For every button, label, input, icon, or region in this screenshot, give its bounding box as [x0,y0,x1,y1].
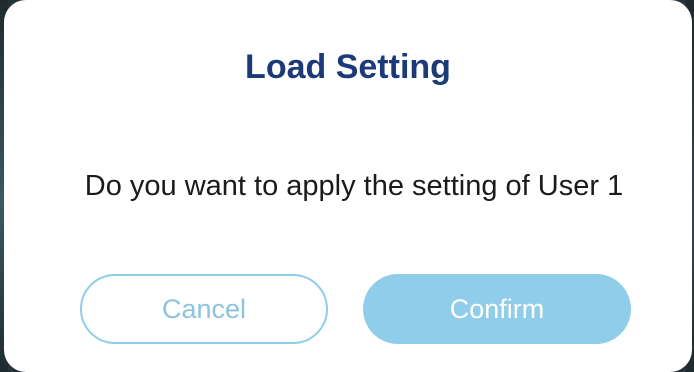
load-setting-dialog: Load Setting Do you want to apply the se… [4,0,692,372]
dialog-message: Do you want to apply the setting of User… [84,170,624,202]
confirm-button[interactable]: Confirm [363,274,631,344]
cancel-button[interactable]: Cancel [80,274,328,344]
dialog-title: Load Setting [245,48,451,86]
